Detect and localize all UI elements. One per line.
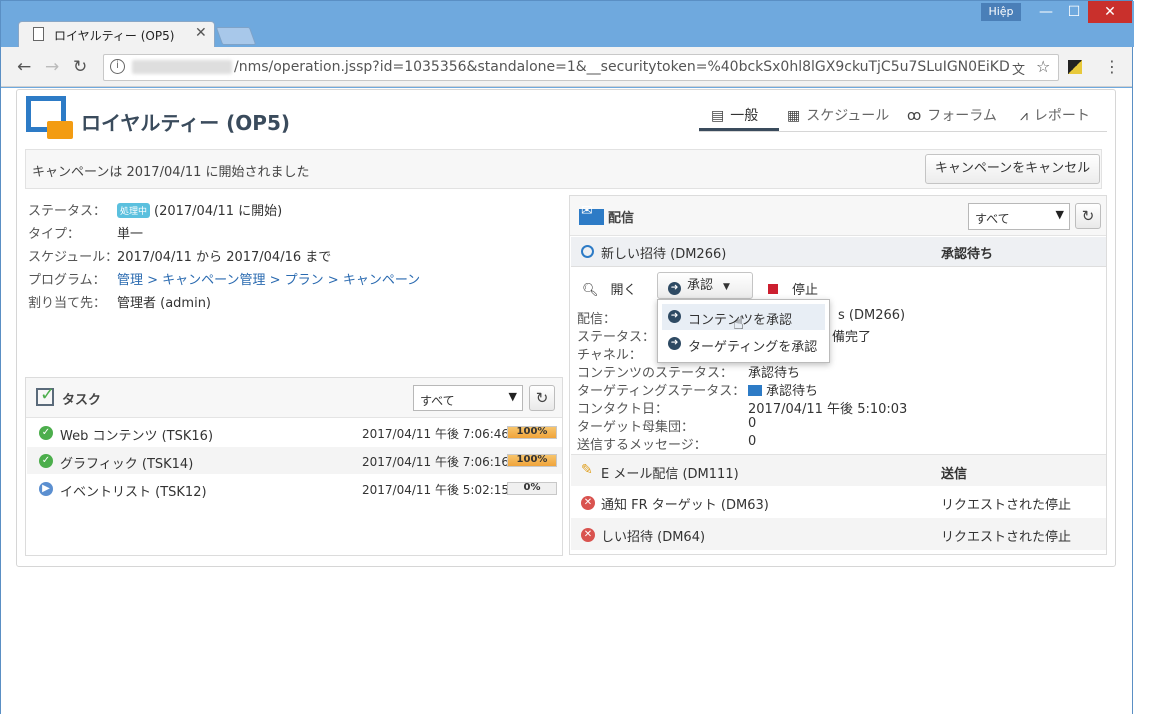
- refresh-icon: ↻: [535, 389, 549, 407]
- reload-icon[interactable]: ↻: [73, 57, 87, 77]
- error-icon: ✕: [581, 496, 595, 510]
- operation-page: ロイヤルティー (OP5) ▤ 一般 ▦ スケジュール ꝏ フォーラム ⩘ レポート キ…: [16, 89, 1116, 567]
- arrow-circle-icon: ➜: [668, 282, 681, 295]
- deliveries-filter-select[interactable]: すべて ▼: [968, 203, 1070, 230]
- browser-tab[interactable]: ロイヤルティー (OP5) ✕: [18, 21, 215, 47]
- address-bar[interactable]: i /nms/operation.jssp?id=1035356&standal…: [103, 54, 1059, 81]
- approve-targeting-item[interactable]: ➜ ターゲティングを承認: [662, 331, 825, 357]
- menu-kebab-icon[interactable]: ⋮: [1104, 57, 1120, 76]
- checkbox-icon: ✓: [36, 384, 55, 406]
- tab-report[interactable]: ⩘ レポート: [1020, 105, 1090, 131]
- window-close-icon[interactable]: ✕: [1088, 1, 1132, 23]
- open-button[interactable]: 🔍︎ 開く: [582, 279, 637, 298]
- status-value: 処理中 (2017/04/11 に開始): [117, 200, 282, 219]
- bookmark-star-icon[interactable]: ☆: [1036, 57, 1050, 76]
- maximize-icon[interactable]: ☐: [1059, 1, 1089, 23]
- banner-text: キャンペーンは 2017/04/11 に開始されました: [32, 165, 310, 180]
- report-icon: ⩘: [1020, 108, 1028, 124]
- tab-general[interactable]: ▤ 一般: [699, 105, 779, 131]
- tab-close-icon[interactable]: ✕: [195, 25, 207, 41]
- schedule-label: スケジュール：: [28, 250, 119, 265]
- task-row[interactable]: ✓ Web コンテンツ (TSK16) 2017/04/11 午後 7:06:4…: [27, 419, 562, 446]
- calendar-icon: ▦: [787, 108, 801, 124]
- delivery-row-selected[interactable]: 新しい招待 (DM266) 承認待ち: [571, 237, 1106, 267]
- arrow-circle-icon: ➜: [668, 310, 681, 323]
- dropdown-arrow-icon: ▼: [1055, 208, 1064, 221]
- deliveries-title: 配信: [608, 211, 635, 226]
- tasks-panel-header: ✓ タスク すべて ▼ ↻: [26, 378, 562, 418]
- delivery-row[interactable]: ✎ E メール配信 (DM111) 送信: [571, 454, 1106, 486]
- url-host-blurred: [132, 60, 232, 74]
- refresh-icon: ↻: [1081, 207, 1095, 225]
- program-label: プログラム：: [28, 273, 106, 288]
- delivery-row[interactable]: ✕ 通知 FR ターゲット (DM63) リクエストされた停止: [571, 486, 1106, 518]
- type-label: タイプ：: [28, 227, 81, 242]
- program-breadcrumb[interactable]: 管理 > キャンペーン管理 > プラン > キャンペーン: [117, 269, 420, 288]
- deliveries-refresh-button[interactable]: ↻: [1075, 203, 1101, 229]
- status-badge: 処理中: [117, 203, 151, 218]
- stop-button[interactable]: 停止: [768, 279, 818, 298]
- tab-schedule[interactable]: ▦ スケジュール: [787, 105, 889, 131]
- user-profile-chip[interactable]: Hiệp: [981, 3, 1021, 21]
- tab-strip: ロイヤルティー (OP5) ✕ Hiệp — ☐ ✕: [1, 1, 1134, 47]
- tasks-refresh-button[interactable]: ↻: [529, 385, 555, 411]
- browser-toolbar: ← → ↻ i /nms/operation.jssp?id=1035356&s…: [1, 47, 1132, 87]
- check-circle-icon: ✓: [39, 426, 53, 440]
- cancel-campaign-button[interactable]: キャンペーンをキャンセル: [925, 154, 1100, 184]
- check-circle-icon: ✓: [39, 454, 53, 468]
- approve-button[interactable]: ➜ 承認 ▼: [657, 272, 753, 299]
- minimize-icon[interactable]: —: [1031, 1, 1061, 23]
- envelope-icon: [47, 121, 73, 139]
- pencil-icon: ✎: [581, 462, 593, 478]
- play-circle-icon: ▶: [39, 482, 53, 496]
- back-icon[interactable]: ←: [17, 57, 31, 77]
- assignee-label: 割り当て先：: [28, 296, 107, 311]
- stop-icon: [768, 284, 778, 294]
- forward-icon[interactable]: →: [45, 57, 59, 77]
- pending-circle-icon: [581, 245, 594, 258]
- progress-bar: 0%: [507, 482, 557, 495]
- tab-underline: [699, 131, 1107, 132]
- tasks-title: タスク: [62, 393, 102, 408]
- arrow-circle-icon: ➜: [668, 337, 681, 350]
- url-text: /nms/operation.jssp?id=1035356&standalon…: [234, 59, 1009, 75]
- schedule-value: 2017/04/11 から 2017/04/16 まで: [117, 250, 332, 265]
- page-icon: [33, 27, 44, 41]
- extension-icon[interactable]: [1068, 60, 1082, 74]
- info-icon[interactable]: i: [110, 59, 125, 74]
- dropdown-arrow-icon: ▼: [508, 390, 517, 403]
- forum-icon: ꝏ: [907, 108, 922, 124]
- caret-down-icon: ▼: [723, 282, 730, 292]
- new-tab-button[interactable]: [215, 27, 257, 45]
- tasks-filter-select[interactable]: すべて ▼: [413, 385, 523, 411]
- progress-bar: 100%: [507, 454, 557, 467]
- error-icon: ✕: [581, 528, 595, 542]
- translate-icon[interactable]: 文: [1012, 59, 1025, 78]
- type-value: 単一: [117, 227, 144, 242]
- hand-cursor-icon: ☝: [733, 313, 744, 334]
- tab-title: ロイヤルティー (OP5): [54, 29, 175, 43]
- assignee-value: 管理者 (admin): [117, 296, 212, 311]
- task-row[interactable]: ✓ グラフィック (TSK14) 2017/04/11 午後 7:06:16 1…: [27, 447, 562, 474]
- tasks-panel: ✓ タスク すべて ▼ ↻ ✓ Web コンテンツ (TSK16) 2017/04…: [25, 377, 563, 556]
- tab-forum[interactable]: ꝏ フォーラム: [907, 105, 997, 131]
- status-label: ステータス：: [28, 204, 107, 219]
- task-row[interactable]: ▶ イベントリスト (TSK12) 2017/04/11 午後 5:02:15 …: [27, 475, 562, 502]
- search-icon: 🔍︎: [582, 283, 599, 298]
- progress-bar: 100%: [507, 426, 557, 439]
- deliveries-panel-header: ✉ 配信 すべて ▼ ↻: [570, 196, 1106, 236]
- envelope-icon: ✉: [579, 203, 604, 225]
- delivery-row[interactable]: ✕ しい招待 (DM64) リクエストされた停止: [571, 518, 1106, 550]
- campaign-banner: キャンペーンは 2017/04/11 に開始されました キャンペーンをキャンセル: [25, 149, 1102, 189]
- general-icon: ▤: [711, 108, 725, 124]
- deliveries-panel: ✉ 配信 すべて ▼ ↻ 新しい招待 (DM266) 承認待ち 🔍︎ 開く ➜ 承認 ▼…: [569, 195, 1107, 555]
- envelope-check-icon: [748, 385, 762, 396]
- page-title: ロイヤルティー (OP5): [81, 111, 291, 135]
